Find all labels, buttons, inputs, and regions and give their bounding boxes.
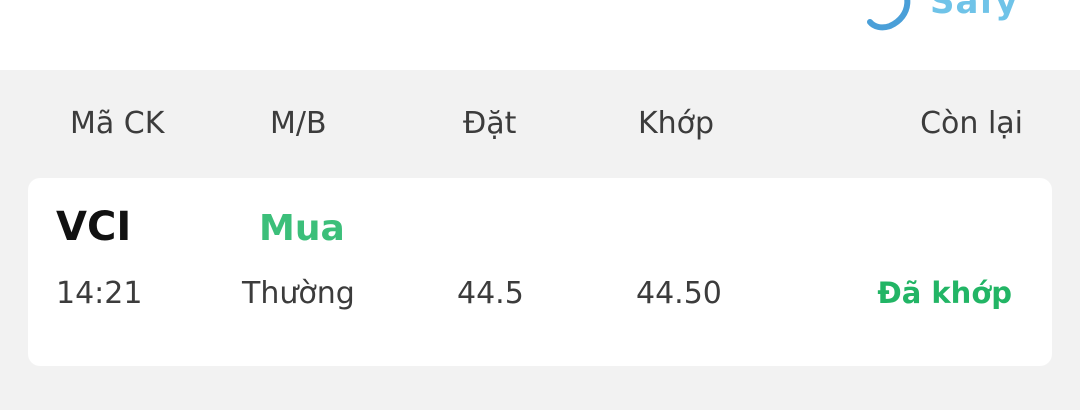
header-matched-price: Khớp <box>638 106 715 141</box>
order-table-header: Mã CK M/B Đặt Khớp Còn lại <box>0 70 1080 178</box>
header-stock-code: Mã CK <box>70 106 165 141</box>
order-time: 14:21 <box>56 276 143 311</box>
brand-logo: Safy <box>862 0 1018 32</box>
header-side: M/B <box>270 106 327 141</box>
order-price: 44.5 <box>457 276 524 311</box>
order-ticker: VCI <box>56 204 132 250</box>
header-order-price: Đặt <box>463 106 517 141</box>
header-remaining: Còn lại <box>920 106 1023 141</box>
order-status-badge: Đã khớp <box>877 276 1012 310</box>
top-bar: Safy <box>0 0 1080 70</box>
order-type: Thường <box>242 276 355 311</box>
brand-name: Safy <box>930 0 1019 22</box>
order-row-card[interactable]: VCI Mua 14:21 Thường 44.5 44.50 Đã khớp <box>28 178 1052 366</box>
safy-logo-icon <box>867 0 911 31</box>
matched-price: 44.50 <box>636 276 722 311</box>
order-side: Mua <box>259 208 345 249</box>
